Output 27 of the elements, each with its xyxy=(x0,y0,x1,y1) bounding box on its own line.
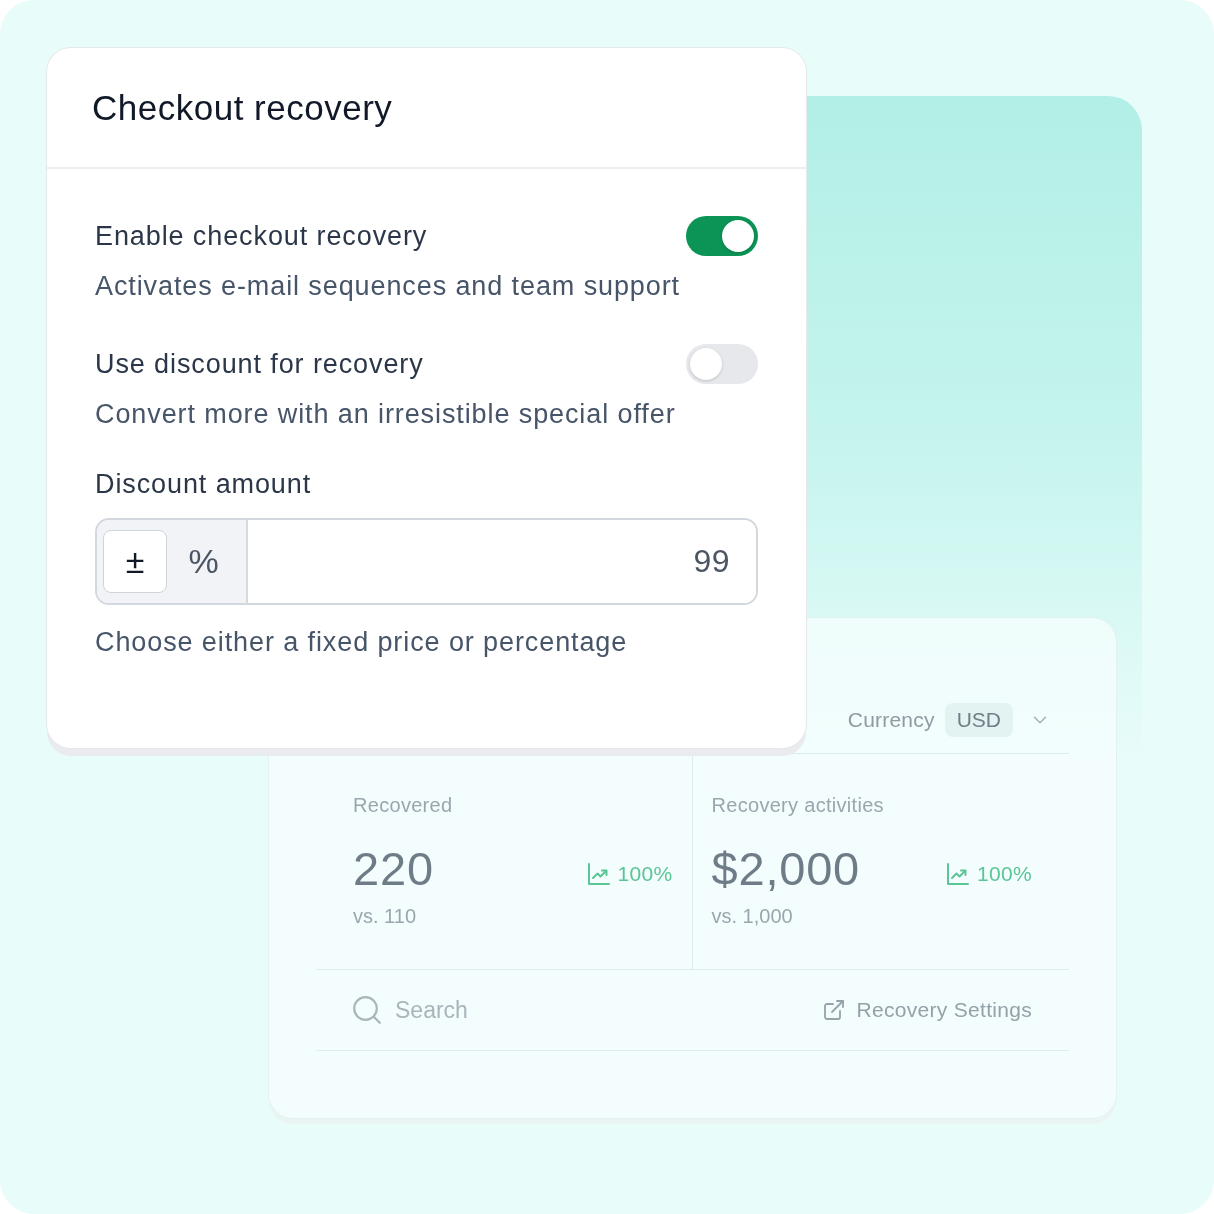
search-field[interactable]: Search xyxy=(395,996,595,1024)
option-description: Activates e-mail sequences and team support xyxy=(95,270,680,302)
chart-trend-up-icon xyxy=(587,863,610,885)
toggle-switch[interactable] xyxy=(686,216,758,256)
metric-comparison: vs. 110 xyxy=(353,904,416,928)
currency-value[interactable]: USD xyxy=(944,702,1013,737)
option-description: Convert more with an irresistible special offer xyxy=(95,398,676,430)
metric-change: 100% xyxy=(977,862,1032,886)
metric-change: 100% xyxy=(617,862,673,886)
toggle-switch[interactable] xyxy=(686,344,758,384)
option-label: Enable checkout recovery xyxy=(95,220,428,252)
mode-button[interactable]: % xyxy=(167,530,240,593)
chart-trend-up-icon xyxy=(947,863,970,885)
option-label: Use discount for recovery xyxy=(95,348,424,380)
helper-text: Choose either a fixed price or percentage xyxy=(95,626,628,658)
metric-comparison: vs. 1,000 xyxy=(711,904,793,928)
mode-button[interactable]: ± xyxy=(103,530,167,593)
discount-input-field[interactable]: ± % 99 xyxy=(95,518,758,605)
card-title: Checkout recovery xyxy=(92,87,393,128)
metric-value: $2,000 xyxy=(711,841,861,897)
external-link-icon xyxy=(822,998,847,1022)
currency-label: Currency xyxy=(847,707,935,732)
field-label: Discount amount xyxy=(95,468,312,500)
metric-label: Recovered xyxy=(353,793,453,817)
metric-value: 220 xyxy=(353,841,434,897)
search-icon xyxy=(353,996,381,1024)
metric-label: Recovery activities xyxy=(711,793,884,817)
